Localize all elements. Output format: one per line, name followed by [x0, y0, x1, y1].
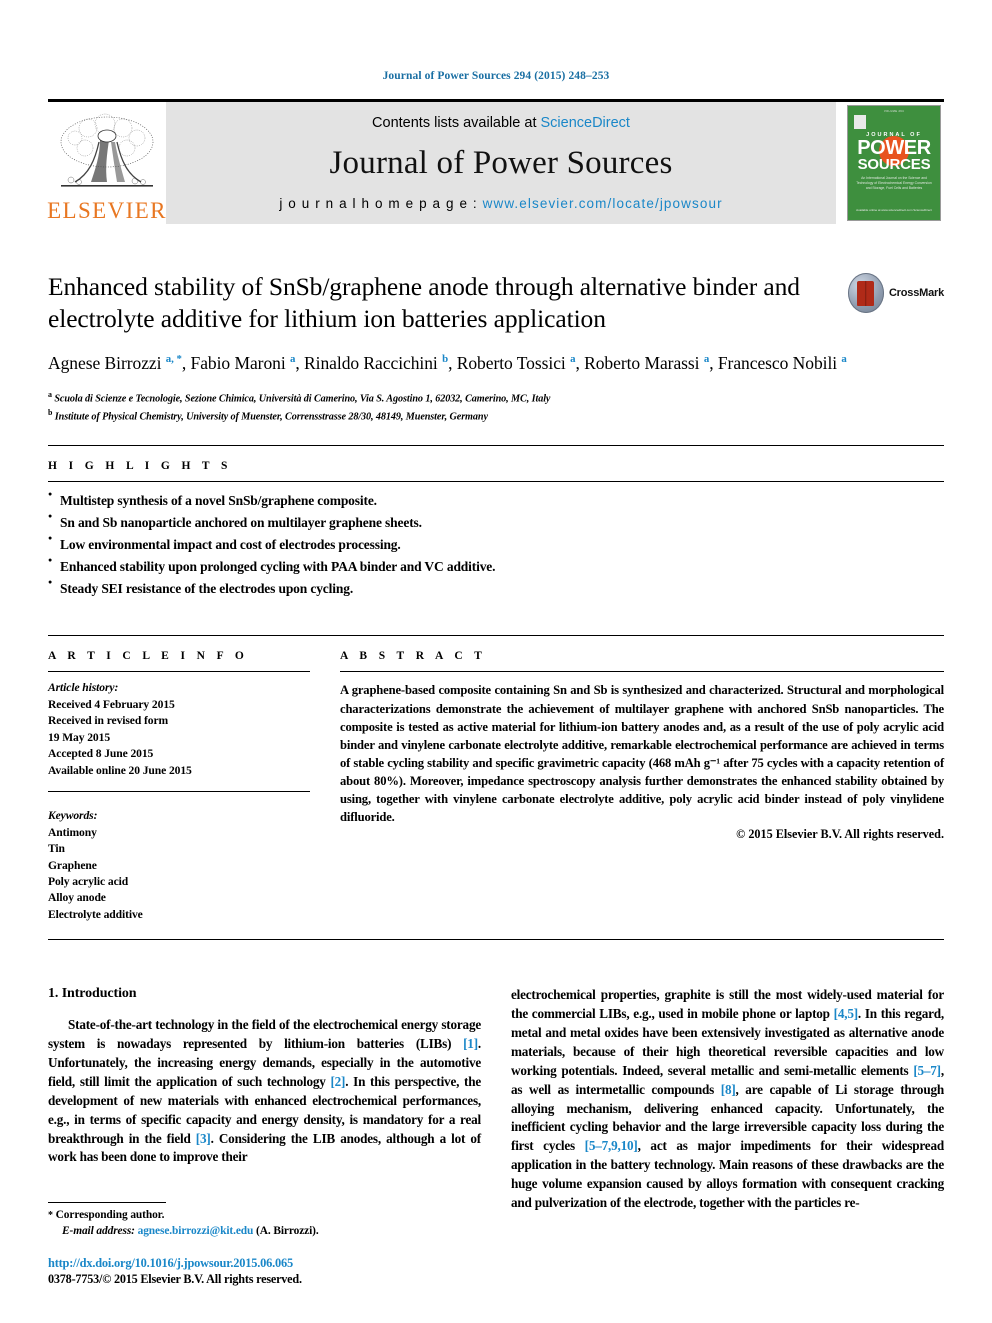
history-item: Accepted 8 June 2015	[48, 747, 154, 761]
intro-paragraph-left: State-of-the-art technology in the field…	[48, 1017, 481, 1165]
keyword-item: Alloy anode	[48, 891, 106, 905]
affiliation-mark: b	[48, 408, 53, 418]
title-block: CrossMark Enhanced stability of SnSb/gra…	[48, 271, 944, 425]
email-link[interactable]: agnese.birrozzi@kit.edu	[138, 1225, 254, 1237]
keywords-label: Keywords:	[48, 809, 98, 823]
crossmark-icon	[848, 273, 884, 313]
highlights-list: Multistep synthesis of a novel SnSb/grap…	[48, 482, 944, 615]
intro-paragraph-right: electrochemical properties, graphite is …	[511, 987, 945, 1210]
page-title: Enhanced stability of SnSb/graphene anod…	[48, 272, 800, 334]
list-item: Sn and Sb nanoparticle anchored on multi…	[48, 511, 944, 534]
email-line: E-mail address: agnese.birrozzi@kit.edu …	[48, 1223, 484, 1240]
list-item: Low environmental impact and cost of ele…	[48, 533, 944, 556]
article-info-heading: A R T I C L E I N F O	[48, 650, 249, 663]
body-right-column: electrochemical properties, graphite is …	[511, 986, 944, 1213]
list-item: Steady SEI resistance of the electrodes …	[48, 577, 944, 600]
list-item: Multistep synthesis of a novel SnSb/grap…	[48, 489, 944, 512]
homepage-prefix: j o u r n a l h o m e p a g e :	[279, 196, 483, 211]
list-item: Enhanced stability upon prolonged cyclin…	[48, 555, 944, 578]
abstract-copyright: © 2015 Elsevier B.V. All rights reserved…	[736, 827, 944, 842]
info-abstract-region: A R T I C L E I N F O Article history: R…	[48, 636, 944, 923]
abstract-text: A graphene-based composite containing Sn…	[340, 683, 944, 825]
abstract-column: A B S T R A C T A graphene-based composi…	[340, 636, 944, 923]
abstract-heading: A B S T R A C T	[340, 650, 487, 663]
footnote-region: * Corresponding author. E-mail address: …	[48, 1201, 484, 1287]
journal-title: Journal of Power Sources	[329, 145, 673, 181]
running-head: Journal of Power Sources 294 (2015) 248–…	[382, 70, 610, 82]
elsevier-tree-icon	[60, 113, 154, 187]
corresponding-author-line: * Corresponding author.	[48, 1207, 484, 1224]
history-item: Available online 20 June 2015	[48, 763, 192, 777]
body-columns: 1. Introduction State-of-the-art technol…	[48, 986, 944, 1213]
article-history-block: Article history: Received 4 February 201…	[48, 672, 310, 779]
journal-homepage-link[interactable]: www.elsevier.com/locate/jpowsour	[483, 196, 723, 211]
body-left-column: 1. Introduction State-of-the-art technol…	[48, 986, 481, 1213]
crossmark-badge[interactable]: CrossMark	[848, 271, 944, 315]
author-list: Agnese Birrozzi a, *, Fabio Maroni a, Ri…	[48, 353, 847, 374]
contents-available-line: Contents lists available at ScienceDirec…	[372, 115, 630, 131]
affiliation-text: Institute of Physical Chemistry, Univers…	[54, 411, 488, 423]
section-heading-introduction: 1. Introduction	[48, 986, 137, 1002]
affiliation-list: a Scuola di Scienze e Tecnologie, Sezion…	[48, 389, 944, 425]
corresponding-author-label: Corresponding author.	[55, 1208, 165, 1221]
article-history-label: Article history:	[48, 681, 119, 695]
history-item: Received 4 February 2015	[48, 697, 175, 711]
email-label: E-mail address:	[62, 1225, 135, 1238]
sciencedirect-link[interactable]: ScienceDirect	[541, 115, 630, 131]
crossmark-label: CrossMark	[888, 287, 944, 299]
corresponding-author-marker: *	[48, 1209, 53, 1221]
footnote-rule	[48, 1201, 166, 1203]
journal-cover-thumbnail: VOLUME 294 JOURNAL OF POWER SOURCES An I…	[844, 102, 944, 224]
doi-link[interactable]: http://dx.doi.org/10.1016/j.jpowsour.201…	[48, 1256, 484, 1271]
elsevier-logo: ELSEVIER	[47, 102, 167, 224]
keywords-block: Keywords: Antimony Tin Graphene Poly acr…	[48, 800, 310, 923]
info-abstract-bottom-rule	[48, 939, 944, 941]
affiliation-mark: a	[48, 390, 52, 400]
keyword-item: Poly acrylic acid	[48, 874, 129, 888]
crossmark-book-icon	[857, 280, 875, 306]
keyword-item: Electrolyte additive	[48, 907, 143, 921]
keyword-item: Antimony	[48, 825, 97, 839]
cover-sources-word: SOURCES	[857, 156, 931, 173]
issn-copyright-line: 0378-7753/© 2015 Elsevier B.V. All right…	[48, 1272, 302, 1286]
history-item: 19 May 2015	[48, 730, 111, 744]
cover-elsevier-mark-icon	[854, 115, 866, 129]
paper-page: Journal of Power Sources 294 (2015) 248–…	[0, 0, 992, 1323]
email-attribution: (A. Birrozzi).	[256, 1225, 319, 1238]
doi-block: http://dx.doi.org/10.1016/j.jpowsour.201…	[48, 1256, 484, 1287]
history-item: Received in revised form	[48, 714, 169, 728]
article-info-column: A R T I C L E I N F O Article history: R…	[48, 636, 340, 923]
affiliation-item: a Scuola di Scienze e Tecnologie, Sezion…	[48, 389, 944, 407]
keyword-item: Graphene	[48, 858, 97, 872]
banner-center: Contents lists available at ScienceDirec…	[166, 102, 836, 224]
journal-banner: ELSEVIER Contents lists available at Sci…	[47, 99, 944, 224]
cover-bottom-note: Available online at www.sciencedirect.co…	[856, 208, 932, 213]
contents-prefix: Contents lists available at	[372, 115, 541, 131]
elsevier-wordmark: ELSEVIER	[47, 198, 167, 223]
cover-top-strip: VOLUME 294	[883, 110, 904, 113]
keywords-divider	[48, 791, 310, 793]
cover-image: VOLUME 294 JOURNAL OF POWER SOURCES An I…	[847, 105, 941, 221]
affiliation-text: Scuola di Scienze e Tecnologie, Sezione …	[54, 393, 551, 405]
journal-homepage-line: j o u r n a l h o m e p a g e : www.else…	[279, 196, 722, 211]
keyword-item: Tin	[48, 842, 65, 856]
cover-subtitle: An International Journal on the Science …	[856, 176, 932, 191]
highlights-heading: H I G H L I G H T S	[48, 460, 232, 473]
affiliation-item: b Institute of Physical Chemistry, Unive…	[48, 407, 944, 425]
